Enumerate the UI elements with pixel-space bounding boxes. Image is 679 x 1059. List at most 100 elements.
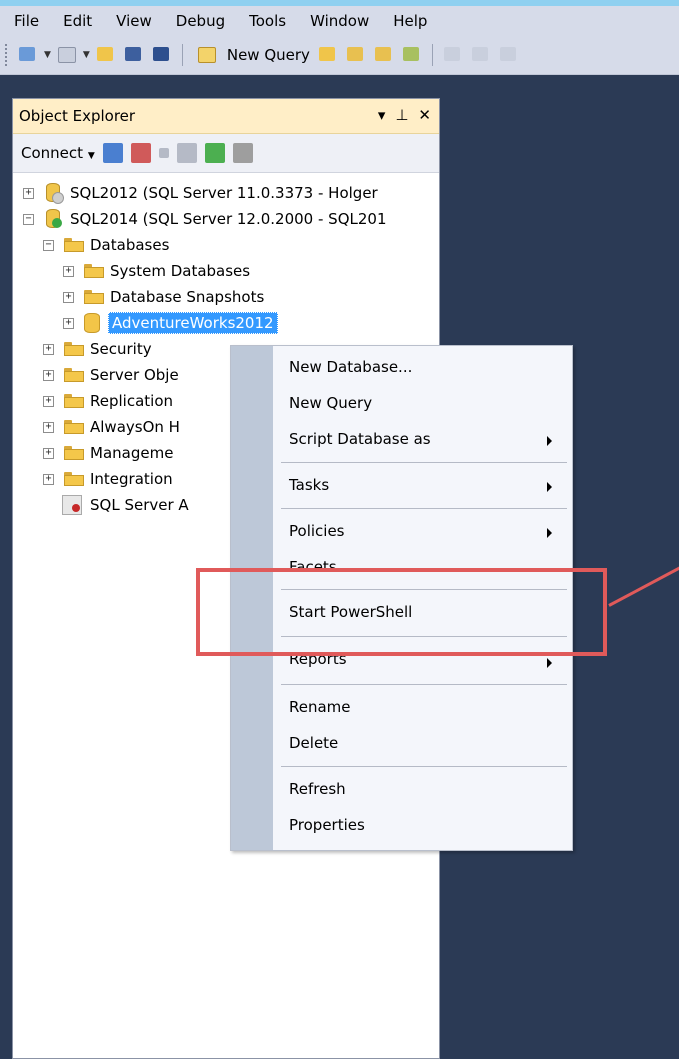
folder-icon xyxy=(84,290,104,304)
new-project-dropdown-icon[interactable]: ▼ xyxy=(44,50,51,60)
connect-dropdown-icon[interactable]: ▼ xyxy=(88,151,95,161)
menu-window[interactable]: Window xyxy=(296,12,379,30)
submenu-arrow-icon xyxy=(547,658,552,668)
disconnect-icon[interactable] xyxy=(130,143,151,163)
menu-item-policies[interactable]: Policies xyxy=(289,522,344,540)
stop-icon[interactable] xyxy=(158,148,169,158)
menu-separator xyxy=(281,462,567,463)
tree-node-database-snapshots[interactable]: + Database Snapshots xyxy=(63,284,264,310)
tree-node-label: Security xyxy=(90,340,152,358)
menu-edit[interactable]: Edit xyxy=(49,12,102,30)
expand-icon[interactable]: + xyxy=(43,473,54,485)
tree-node-label-selected: AdventureWorks2012 xyxy=(108,312,278,334)
refresh-icon[interactable] xyxy=(204,143,225,163)
object-explorer-title-bar: Object Explorer ▾ ⊥ ✕ xyxy=(13,99,439,134)
activity-monitor-icon[interactable] xyxy=(232,143,253,163)
menu-item-rename[interactable]: Rename xyxy=(289,698,351,716)
new-query-button[interactable]: New Query xyxy=(189,44,314,66)
expand-icon[interactable]: + xyxy=(63,317,74,329)
new-project-icon[interactable] xyxy=(17,44,39,66)
expand-icon[interactable]: + xyxy=(23,187,34,199)
expand-icon[interactable]: + xyxy=(43,447,54,459)
menu-separator xyxy=(281,684,567,685)
database-icon xyxy=(84,313,100,333)
tree-node-server-objects[interactable]: + Server Obje xyxy=(43,362,179,388)
paste-icon[interactable] xyxy=(498,44,520,66)
folder-icon xyxy=(64,394,84,408)
tree-node-sql2014[interactable]: − SQL2014 (SQL Server 12.0.2000 - SQL201 xyxy=(23,206,387,232)
auto-hide-pin-icon[interactable]: ⊥ xyxy=(395,106,408,124)
connect-button[interactable]: Connect ▼ xyxy=(21,144,95,162)
tree-node-label: Manageme xyxy=(90,444,174,462)
filter-icon[interactable] xyxy=(176,143,197,163)
object-explorer-toolbar: Connect ▼ xyxy=(13,134,439,173)
tree-node-integration-services[interactable]: + Integration xyxy=(43,466,173,492)
menu-item-refresh[interactable]: Refresh xyxy=(289,780,346,798)
menu-item-properties[interactable]: Properties xyxy=(289,816,365,834)
standard-toolbar: ▼ ▼ New Query xyxy=(0,36,679,75)
tree-node-replication[interactable]: + Replication xyxy=(43,388,173,414)
analysis-mdx-query-icon[interactable] xyxy=(345,44,367,66)
analysis-dmx-query-icon[interactable] xyxy=(373,44,395,66)
close-icon[interactable]: ✕ xyxy=(418,106,431,124)
add-item-icon[interactable] xyxy=(56,44,78,66)
expand-icon[interactable]: + xyxy=(43,421,54,433)
tree-node-databases[interactable]: − Databases xyxy=(43,232,169,258)
tree-node-label: System Databases xyxy=(110,262,251,280)
sql-agent-icon xyxy=(62,495,82,515)
folder-icon xyxy=(64,238,84,252)
menu-help[interactable]: Help xyxy=(379,12,437,30)
menu-file[interactable]: File xyxy=(0,12,49,30)
tree-node-adventureworks2012[interactable]: + AdventureWorks2012 xyxy=(63,310,278,336)
submenu-arrow-icon xyxy=(547,482,552,492)
collapse-icon[interactable]: − xyxy=(23,213,34,225)
menu-item-new-query[interactable]: New Query xyxy=(289,394,372,412)
folder-icon xyxy=(64,420,84,434)
expand-icon[interactable]: + xyxy=(63,265,74,277)
analysis-xmla-query-icon[interactable] xyxy=(401,44,423,66)
folder-icon xyxy=(64,342,84,356)
highlight-box xyxy=(196,568,607,656)
new-query-icon xyxy=(196,44,218,66)
toolbar-grip[interactable] xyxy=(4,43,8,67)
menu-item-script-database-as[interactable]: Script Database as xyxy=(289,430,431,448)
tree-node-alwayson[interactable]: + AlwaysOn H xyxy=(43,414,180,440)
tree-node-label: SQL2012 (SQL Server 11.0.3373 - Holger xyxy=(70,184,378,202)
tree-node-sql-server-agent[interactable]: SQL Server A xyxy=(43,492,189,518)
tree-node-label: AlwaysOn H xyxy=(90,418,180,436)
tree-node-security[interactable]: + Security xyxy=(43,336,152,362)
database-engine-query-icon[interactable] xyxy=(317,44,339,66)
tree-node-management[interactable]: + Manageme xyxy=(43,440,173,466)
expand-icon[interactable]: + xyxy=(43,395,54,407)
callout-pointer-line xyxy=(608,561,679,607)
tree-node-system-databases[interactable]: + System Databases xyxy=(63,258,250,284)
copy-icon[interactable] xyxy=(470,44,492,66)
collapse-icon[interactable]: − xyxy=(43,239,54,251)
menu-item-delete[interactable]: Delete xyxy=(289,734,338,752)
expand-icon[interactable]: + xyxy=(43,369,54,381)
menu-tools[interactable]: Tools xyxy=(235,12,296,30)
save-icon[interactable] xyxy=(123,44,145,66)
connect-label: Connect xyxy=(21,144,84,162)
menu-item-tasks[interactable]: Tasks xyxy=(289,476,329,494)
server-running-icon xyxy=(44,209,62,229)
tree-node-label: Databases xyxy=(90,236,170,254)
cut-icon[interactable] xyxy=(442,44,464,66)
expand-icon[interactable]: + xyxy=(63,291,74,303)
open-file-icon[interactable] xyxy=(95,44,117,66)
add-item-dropdown-icon[interactable]: ▼ xyxy=(83,50,90,60)
tree-node-label: Integration xyxy=(90,470,173,488)
save-all-icon[interactable] xyxy=(151,44,173,66)
menu-item-new-database[interactable]: New Database... xyxy=(289,358,412,376)
server-icon xyxy=(44,183,64,204)
tree-node-label: Database Snapshots xyxy=(110,288,265,306)
expand-icon[interactable]: + xyxy=(43,343,54,355)
window-position-dropdown-icon[interactable]: ▾ xyxy=(378,106,386,124)
connect-object-explorer-icon[interactable] xyxy=(102,143,123,163)
tree-node-sql2012[interactable]: + SQL2012 (SQL Server 11.0.3373 - Holger xyxy=(23,180,378,206)
tree-node-label: Replication xyxy=(90,392,174,410)
menu-view[interactable]: View xyxy=(102,12,162,30)
menu-debug[interactable]: Debug xyxy=(162,12,235,30)
tree-node-label: SQL Server A xyxy=(90,496,189,514)
